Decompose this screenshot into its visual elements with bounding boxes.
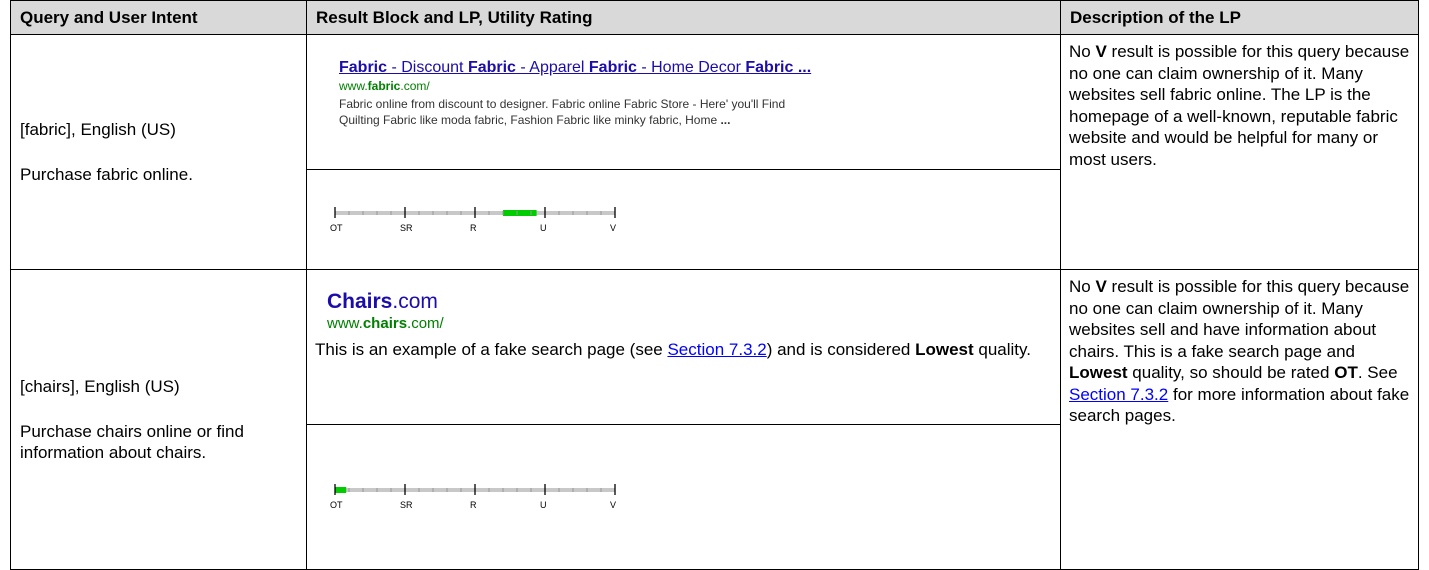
rating-bar bbox=[334, 206, 616, 218]
utility-rating-scale: OT SR R U V bbox=[330, 482, 621, 512]
description-cell-fabric: No V result is possible for this query b… bbox=[1060, 34, 1419, 270]
description-text: No V result is possible for this query b… bbox=[1069, 277, 1410, 425]
header-row: Query and User Intent Result Block and L… bbox=[10, 0, 1419, 35]
header-description: Description of the LP bbox=[1060, 0, 1419, 35]
utility-rating-scale: OT SR R U V bbox=[330, 205, 621, 235]
rating-fill bbox=[503, 209, 537, 216]
rating-label-r: R bbox=[470, 500, 477, 510]
header-result: Result Block and LP, Utility Rating bbox=[306, 0, 1061, 35]
example-row-fabric: [fabric], English (US) Purchase fabric o… bbox=[10, 34, 1419, 270]
result-url: www.chairs.com/ bbox=[327, 315, 444, 332]
search-result-snippet: Fabric - Discount Fabric - Apparel Fabri… bbox=[307, 35, 1060, 128]
rating-label-sr: SR bbox=[400, 500, 413, 510]
rating-bar bbox=[334, 484, 616, 495]
rating-label-sr: SR bbox=[400, 222, 413, 233]
query-text: [fabric], English (US) bbox=[20, 120, 176, 139]
result-snippet-text: Fabric online from discount to designer.… bbox=[339, 96, 1019, 128]
user-intent-text: Purchase fabric online. bbox=[20, 165, 193, 184]
rating-label-u: U bbox=[540, 222, 547, 233]
description-cell-chairs: No V result is possible for this query b… bbox=[1060, 269, 1419, 570]
rating-label-r: R bbox=[470, 222, 477, 233]
rating-label-ot: OT bbox=[330, 222, 343, 233]
result-block-cell-chairs: Chairs.com www.chairs.com/ This is an ex… bbox=[306, 269, 1061, 425]
result-url: www.fabric.com/ bbox=[339, 79, 430, 93]
result-note: This is an example of a fake search page… bbox=[315, 340, 1031, 359]
user-intent-text: Purchase chairs online or find informati… bbox=[20, 422, 244, 462]
rating-examples-table: Query and User Intent Result Block and L… bbox=[10, 0, 1419, 570]
utility-rating-cell-chairs: OT SR R U V bbox=[306, 424, 1061, 570]
query-text: [chairs], English (US) bbox=[20, 377, 180, 396]
search-result-snippet: Chairs.com www.chairs.com/ This is an ex… bbox=[307, 270, 1060, 361]
description-text: No V result is possible for this query b… bbox=[1069, 42, 1410, 169]
snippet-line: Fabric online from discount to designer.… bbox=[339, 97, 786, 111]
query-cell-chairs: [chairs], English (US) Purchase chairs o… bbox=[10, 269, 307, 570]
section-link[interactable]: Section 7.3.2 bbox=[667, 340, 766, 359]
utility-rating-cell-fabric: OT SR R U V bbox=[306, 169, 1061, 270]
result-block-cell-fabric: Fabric - Discount Fabric - Apparel Fabri… bbox=[306, 34, 1061, 170]
example-row-chairs: [chairs], English (US) Purchase chairs o… bbox=[10, 269, 1419, 570]
rating-fill bbox=[335, 487, 347, 493]
header-query: Query and User Intent bbox=[10, 0, 307, 35]
snippet-line: Quilting Fabric like moda fabric, Fashio… bbox=[339, 113, 731, 127]
section-link[interactable]: Section 7.3.2 bbox=[1069, 385, 1168, 404]
query-cell-fabric: [fabric], English (US) Purchase fabric o… bbox=[10, 34, 307, 270]
result-title-link[interactable]: Chairs.com bbox=[327, 290, 1052, 314]
result-title-link[interactable]: Fabric - Discount Fabric - Apparel Fabri… bbox=[339, 59, 1060, 77]
rating-label-v: V bbox=[610, 500, 617, 510]
rating-label-v: V bbox=[610, 222, 617, 233]
rating-label-ot: OT bbox=[330, 500, 343, 510]
rating-label-u: U bbox=[540, 500, 547, 510]
